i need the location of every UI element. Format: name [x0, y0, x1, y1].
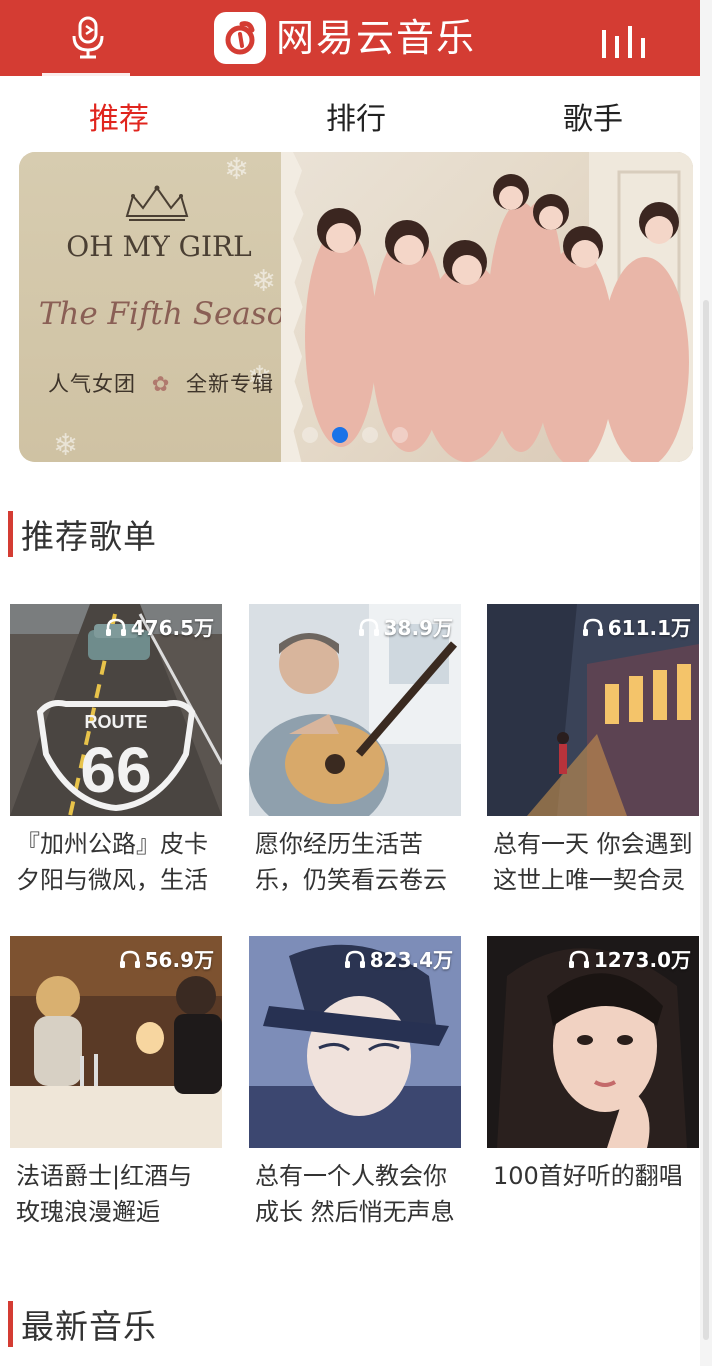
play-count-value: 476.5万: [130, 616, 214, 640]
tab-artists[interactable]: 歌手: [563, 94, 623, 138]
app-name: 网易云音乐: [276, 16, 477, 60]
play-count: 1273.0万: [568, 944, 691, 973]
crown-icon: [125, 185, 189, 221]
play-count: 476.5万: [105, 612, 214, 641]
banner-tagline-left: 人气女团: [48, 372, 136, 396]
playlist-cover[interactable]: 56.9万: [10, 936, 222, 1148]
banner-tagline-right: 全新专辑: [185, 372, 274, 396]
section-accent-bar: [8, 1301, 13, 1347]
flower-icon: ✿: [151, 372, 171, 396]
play-count-value: 56.9万: [144, 948, 214, 972]
headphones-icon: [358, 618, 379, 636]
playlist-card[interactable]: 56.9万 法语爵士|红酒与玫瑰浪漫邂逅: [10, 936, 222, 1230]
playlist-card[interactable]: 38.9万 愿你经历生活苦乐，仍笑看云卷云: [249, 604, 461, 898]
carousel-dots: [302, 427, 408, 443]
banner-text-panel: ❄ ❄ ❄ ❄ OH MY GIRL The Fifth Season 人气女团…: [19, 152, 306, 462]
playlist-card[interactable]: ROUTE 66 476.5万 『加州公路』皮卡夕阳与微风，生活: [10, 604, 222, 898]
playlist-title[interactable]: 100首好听的翻唱: [487, 1158, 699, 1230]
tab-ranking[interactable]: 排行: [326, 94, 386, 138]
scrollbar-thumb[interactable]: [703, 300, 709, 1340]
section-heading: 最新音乐: [21, 1307, 157, 1346]
playlist-cover[interactable]: 38.9万: [249, 604, 461, 816]
group-photo-image: [305, 152, 693, 462]
playlist-title[interactable]: 『加州公路』皮卡夕阳与微风，生活: [10, 826, 222, 898]
section-heading: 推荐歌单: [21, 517, 157, 556]
svg-text:ROUTE: ROUTE: [85, 712, 148, 732]
carousel-dot[interactable]: [302, 427, 318, 443]
playlist-card[interactable]: 611.1万 总有一天 你会遇到这世上唯一契合灵: [487, 604, 699, 898]
play-count-value: 1273.0万: [593, 948, 691, 972]
play-count: 56.9万: [119, 944, 214, 973]
playlist-cover[interactable]: 823.4万: [249, 936, 461, 1148]
app-logo: 网易云音乐: [214, 12, 476, 64]
carousel-dot[interactable]: [362, 427, 378, 443]
tab-recommend[interactable]: 推荐: [89, 94, 149, 138]
equalizer-bars-icon[interactable]: [600, 22, 648, 58]
playlist-title[interactable]: 法语爵士|红酒与玫瑰浪漫邂逅: [10, 1158, 222, 1230]
playlist-title[interactable]: 总有一个人教会你成长 然后悄无声息: [249, 1158, 461, 1230]
playlist-cover[interactable]: 1273.0万: [487, 936, 699, 1148]
app-header: 网易云音乐: [0, 0, 700, 76]
play-count: 38.9万: [358, 612, 453, 641]
banner-photo: [289, 152, 693, 462]
headphones-icon: [568, 950, 589, 968]
section-latest-music: 最新音乐: [8, 1300, 157, 1348]
headphones-icon: [105, 618, 126, 636]
headphones-icon: [119, 950, 140, 968]
carousel-dot[interactable]: [392, 427, 408, 443]
banner-title: OH MY GIRL: [66, 230, 252, 263]
banner-carousel[interactable]: ❄ ❄ ❄ ❄ OH MY GIRL The Fifth Season 人气女团…: [19, 152, 693, 462]
play-count-value: 611.1万: [607, 616, 691, 640]
svg-text:66: 66: [80, 734, 151, 806]
section-accent-bar: [8, 511, 13, 557]
play-count-value: 823.4万: [369, 948, 453, 972]
top-tabs: 推荐 排行 歌手: [0, 76, 700, 152]
playlist-title[interactable]: 愿你经历生活苦乐，仍笑看云卷云: [249, 826, 461, 898]
headphones-icon: [582, 618, 603, 636]
netease-logo-icon: [214, 12, 266, 64]
carousel-dot-active[interactable]: [332, 427, 348, 443]
playlist-card[interactable]: 1273.0万 100首好听的翻唱: [487, 936, 699, 1230]
section-recommended-playlists: 推荐歌单: [8, 510, 157, 558]
banner-tagline: 人气女团 ✿ 全新专辑: [41, 368, 281, 398]
playlist-title[interactable]: 总有一天 你会遇到这世上唯一契合灵: [487, 826, 699, 898]
play-count: 823.4万: [344, 944, 453, 973]
playlist-cover[interactable]: 611.1万: [487, 604, 699, 816]
banner-subtitle: The Fifth Season: [38, 296, 306, 332]
playlist-card[interactable]: 823.4万 总有一个人教会你成长 然后悄无声息: [249, 936, 461, 1230]
play-count: 611.1万: [582, 612, 691, 641]
play-count-value: 38.9万: [383, 616, 453, 640]
headphones-icon: [344, 950, 365, 968]
microphone-icon[interactable]: [66, 14, 110, 60]
playlist-cover[interactable]: ROUTE 66 476.5万: [10, 604, 222, 816]
